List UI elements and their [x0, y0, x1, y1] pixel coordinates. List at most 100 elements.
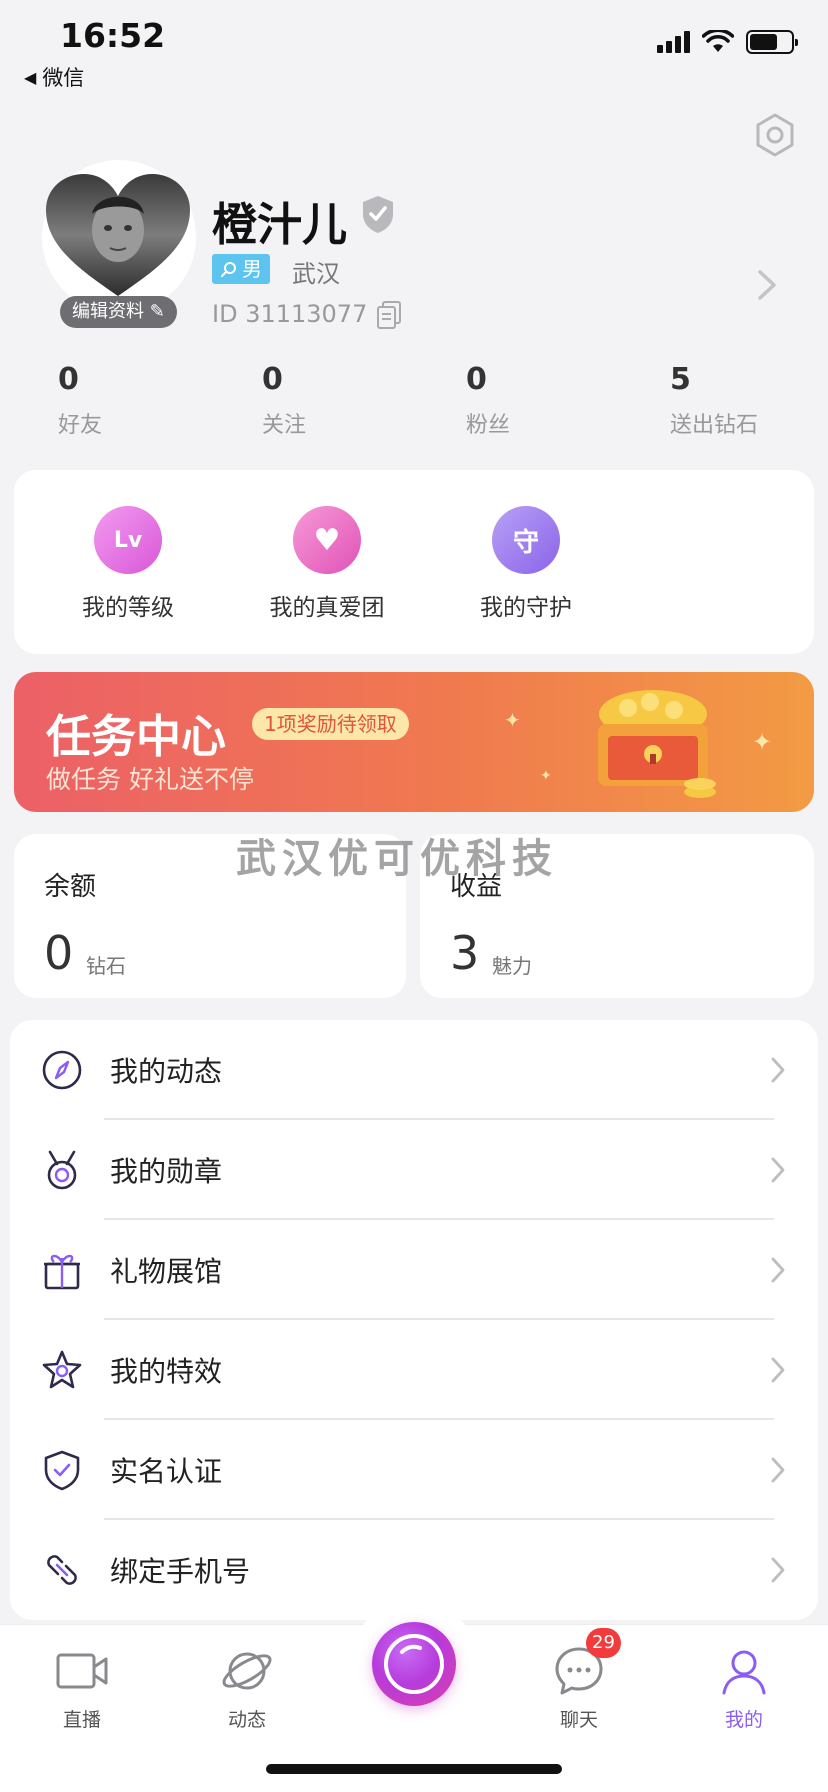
stat-label: 好友 [58, 413, 103, 438]
stat-diamonds-sent[interactable]: 5 送出钻石 [670, 362, 758, 439]
user-icon [722, 1650, 766, 1695]
task-reward-badge: 1项奖励待领取 [252, 708, 409, 740]
settings-hexagon-icon[interactable] [752, 112, 798, 158]
sparkle-icon: ✦ [504, 708, 521, 732]
camera-icon [56, 1653, 108, 1689]
tab-label: 我的 [724, 1709, 763, 1731]
gender-badge: 男 [212, 254, 270, 284]
back-triangle-icon: ◀ [24, 67, 37, 87]
stat-friends[interactable]: 0 好友 [58, 362, 102, 439]
treasure-chest-icon [598, 690, 716, 798]
menu-list: 我的动态 我的勋章 礼物展馆 我的特效 实名认证 绑定手机号 [10, 1020, 818, 1620]
tab-label: 直播 [62, 1709, 101, 1731]
link-icon [47, 1555, 77, 1585]
sparkle-icon: ✦ [540, 768, 552, 784]
status-time: 16:52 [60, 16, 166, 55]
go-live-button[interactable] [372, 1622, 456, 1706]
menu-item-gift-gallery[interactable]: 礼物展馆 [10, 1220, 818, 1320]
chevron-right-icon [771, 1457, 785, 1483]
task-center-subtitle: 做任务 好礼送不停 [46, 765, 254, 794]
avatar-heart-photo [46, 174, 190, 296]
male-symbol-icon [221, 262, 236, 277]
menu-label: 礼物展馆 [110, 1255, 223, 1288]
stat-value: 0 [466, 362, 487, 397]
guard-icon: 守 [492, 506, 560, 574]
menu-label: 绑定手机号 [110, 1555, 251, 1588]
user-nickname: 橙汁儿 [212, 198, 348, 251]
feature-label: 我的真爱团 [269, 595, 385, 621]
stat-label: 送出钻石 [670, 413, 759, 438]
heart-icon-glyph: ♥ [313, 522, 341, 558]
system-icons [657, 30, 798, 54]
back-to-app-link[interactable]: ◀ 微信 [24, 62, 84, 92]
avatar[interactable]: 编辑资料 ✎ [38, 158, 198, 328]
gender-label: 男 [242, 257, 262, 281]
medal-icon [47, 1150, 77, 1190]
tab-chat[interactable]: 聊天 [524, 1643, 634, 1732]
wifi-icon [702, 30, 734, 52]
chevron-right-icon [771, 1057, 785, 1083]
task-center-banner[interactable]: 任务中心 1项奖励待领取 做任务 好礼送不停 ✦ ✦ ✦ [14, 672, 814, 812]
tab-label: 动态 [227, 1709, 266, 1731]
task-center-title: 任务中心 [46, 710, 227, 763]
feature-label: 我的守护 [480, 595, 572, 621]
menu-label: 实名认证 [110, 1455, 223, 1488]
chevron-right-icon [771, 1557, 785, 1583]
level-icon-glyph: Lv [113, 527, 143, 553]
star-icon [42, 1350, 82, 1389]
menu-item-real-name-verification[interactable]: 实名认证 [10, 1420, 818, 1520]
heart-crown-icon: ♥ [293, 506, 361, 574]
pencil-icon: ✎ [149, 301, 165, 322]
chevron-right-icon [771, 1357, 785, 1383]
stat-value: 0 [58, 362, 79, 397]
chat-unread-badge: 29 [586, 1628, 621, 1658]
lens-icon [384, 1634, 444, 1694]
stats-row: 0 好友 0 关注 0 粉丝 5 送出钻石 [0, 362, 828, 442]
sparkle-icon: ✦ [752, 728, 773, 756]
income-value: 3 [450, 926, 480, 980]
stat-value: 0 [262, 362, 283, 397]
chevron-right-icon [771, 1257, 785, 1283]
stat-following[interactable]: 0 关注 [262, 362, 306, 439]
level-icon: Lv [94, 506, 162, 574]
user-city: 武汉 [292, 260, 340, 288]
planet-icon [222, 1652, 272, 1690]
edit-profile-button[interactable]: 编辑资料 ✎ [60, 296, 177, 328]
menu-item-my-effects[interactable]: 我的特效 [10, 1320, 818, 1420]
feature-my-guard[interactable]: 守 我的守护 [462, 506, 590, 622]
user-id: ID 31113077 [212, 300, 368, 328]
watermark-text: 武汉优可优科技 [236, 836, 558, 882]
tab-label: 聊天 [559, 1709, 598, 1731]
home-indicator [266, 1764, 562, 1774]
balance-value: 0 [44, 926, 74, 980]
stat-value: 5 [670, 362, 691, 397]
menu-label: 我的特效 [110, 1355, 223, 1388]
stat-label: 粉丝 [466, 413, 511, 438]
guard-icon-glyph: 守 [512, 527, 539, 558]
menu-label: 我的动态 [110, 1055, 223, 1088]
balance-title: 余额 [44, 872, 97, 902]
status-bar: 16:52 ◀ 微信 [0, 0, 828, 100]
battery-icon [746, 30, 798, 54]
verified-shield-icon [363, 196, 393, 233]
cellular-signal-icon [657, 31, 690, 53]
feature-label: 我的等级 [82, 595, 174, 621]
compass-icon [42, 1050, 82, 1090]
stat-label: 关注 [262, 413, 307, 438]
stat-fans[interactable]: 0 粉丝 [466, 362, 510, 439]
tab-mine[interactable]: 我的 [689, 1643, 799, 1732]
features-card: Lv 我的等级 ♥ 我的真爱团 守 我的守护 [14, 470, 814, 654]
feature-true-love-group[interactable]: ♥ 我的真爱团 [252, 506, 402, 622]
balance-unit: 钻石 [86, 954, 126, 978]
menu-item-my-moments[interactable]: 我的动态 [10, 1020, 818, 1120]
income-unit: 魅力 [492, 954, 532, 978]
chevron-right-icon [771, 1157, 785, 1183]
copy-id-icon[interactable] [376, 300, 402, 330]
profile-chevron-right-icon[interactable] [756, 268, 778, 302]
menu-item-my-medals[interactable]: 我的勋章 [10, 1120, 818, 1220]
tab-moments[interactable]: 动态 [192, 1643, 302, 1732]
feature-my-level[interactable]: Lv 我的等级 [64, 506, 192, 622]
menu-label: 我的勋章 [110, 1155, 223, 1188]
tab-live[interactable]: 直播 [27, 1643, 137, 1732]
shield-check-icon [44, 1450, 80, 1491]
